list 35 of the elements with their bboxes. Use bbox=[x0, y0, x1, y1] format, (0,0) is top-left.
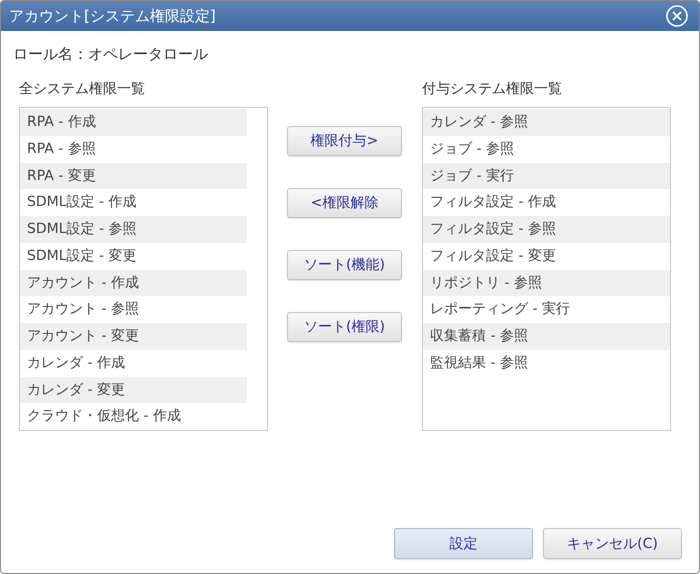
list-item[interactable]: SDML設定 - 参照 bbox=[20, 216, 247, 243]
permission-list[interactable]: RPA - 作成 RPA - 参照 RPA - 変更 SDML設定 - 作成 SDML設定 - 参照 SDML設定 - 変更 アカウント - 作成 アカウント - 参照 アカウント - 変更 カレンダ - 作成 カレンダ - 変更 クラウド・仮想化 - 作成 bbox=[19, 107, 268, 431]
list-item[interactable]: ジョブ - 参照 bbox=[423, 136, 670, 162]
list-item[interactable]: アカウント - 変更 bbox=[20, 323, 247, 350]
list-item[interactable]: フィルタ設定 - 変更 bbox=[423, 242, 670, 270]
list-item[interactable]: RPA - 変更 bbox=[20, 162, 247, 190]
list-item[interactable]: カレンダ - 作成 bbox=[20, 350, 247, 376]
action-button[interactable]: ソート(権限) bbox=[287, 312, 402, 342]
list-item[interactable]: フィルタ設定 - 参照 bbox=[423, 216, 670, 243]
window-title: アカウント[システム権限設定] bbox=[9, 6, 216, 26]
list-item[interactable]: ジョブ - 実行 bbox=[423, 162, 670, 190]
list-item[interactable]: SDML設定 - 変更 bbox=[20, 242, 247, 270]
list-item[interactable]: アカウント - 作成 bbox=[20, 270, 247, 296]
close-icon[interactable] bbox=[665, 4, 689, 28]
list-item[interactable]: レポーティング - 実行 bbox=[423, 296, 670, 323]
list-item[interactable]: カレンダ - 参照 bbox=[423, 109, 670, 136]
action-button[interactable]: 権限付与> bbox=[287, 126, 402, 156]
list-item[interactable]: カレンダ - 変更 bbox=[20, 376, 247, 404]
list-heading: 付与システム権限一覧 bbox=[422, 80, 563, 99]
dialog-button[interactable]: キャンセル(C) bbox=[543, 528, 682, 559]
list-item[interactable]: 監視結果 - 参照 bbox=[423, 350, 670, 376]
list-item[interactable]: アカウント - 参照 bbox=[20, 296, 247, 323]
list-item[interactable]: RPA - 作成 bbox=[20, 109, 247, 136]
list-item[interactable]: クラウド・仮想化 - 作成 bbox=[20, 403, 247, 430]
list-item[interactable]: RPA - 参照 bbox=[20, 136, 247, 162]
action-button[interactable]: <権限解除 bbox=[287, 188, 402, 218]
role-name-label: ロール名：オペレータロール bbox=[13, 44, 209, 65]
list-item[interactable]: フィルタ設定 - 作成 bbox=[423, 189, 670, 216]
action-button[interactable]: ソート(機能) bbox=[287, 250, 402, 280]
list-item[interactable]: 収集蓄積 - 参照 bbox=[423, 323, 670, 350]
permission-list[interactable]: カレンダ - 参照 ジョブ - 参照 ジョブ - 実行 フィルタ設定 - 作成 フィルタ設定 - 参照 フィルタ設定 - 変更 リポジトリ - 参照 レポーティング - 実行 収集蓄積 - 参照 監視結果 - 参照 bbox=[422, 107, 671, 431]
dialog-button[interactable]: 設定 bbox=[394, 528, 533, 559]
list-item[interactable]: SDML設定 - 作成 bbox=[20, 189, 247, 216]
list-item[interactable]: リポジトリ - 参照 bbox=[423, 270, 670, 296]
list-heading: 全システム権限一覧 bbox=[19, 80, 146, 99]
